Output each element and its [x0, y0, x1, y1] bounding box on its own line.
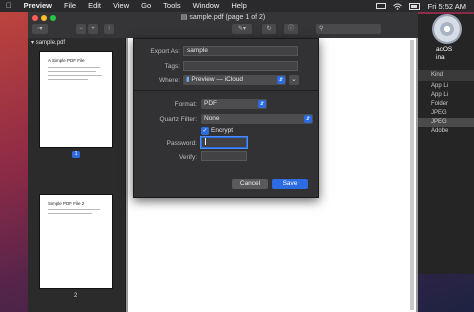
list-item[interactable]: JPEG: [414, 118, 474, 127]
text-cursor: [205, 138, 206, 145]
where-value: Preview — iCloud: [191, 76, 244, 83]
menu-help[interactable]: Help: [225, 0, 252, 12]
disc-label-line2: ina: [436, 54, 445, 61]
sidebar-toggle-button[interactable]: ▫▾: [32, 24, 48, 34]
thumbnail-sidebar: ▾ sample.pdf A Simple PDF File 1 Simple …: [28, 38, 125, 312]
markup-pen-button[interactable]: ✎▾: [232, 24, 252, 34]
thumbnail-title: Simple PDF File 2: [48, 201, 85, 206]
quartz-filter-label: Quartz Filter:: [159, 116, 197, 123]
page-thumbnail-1[interactable]: A Simple PDF File: [40, 52, 112, 147]
password-label: Password:: [166, 140, 197, 147]
page-thumbnail-2[interactable]: Simple PDF File 2: [40, 195, 112, 288]
window-title-text: sample.pdf (page 1 of 2): [189, 14, 266, 21]
list-item[interactable]: JPEG: [414, 109, 474, 118]
disc-icon[interactable]: [432, 14, 462, 44]
apple-icon[interactable]: : [0, 0, 18, 12]
menu-tools[interactable]: Tools: [157, 0, 187, 12]
sidebar-file-name: sample.pdf: [35, 40, 66, 46]
list-item[interactable]: App Li: [414, 91, 474, 100]
verify-label: Verify:: [178, 154, 197, 161]
format-popup[interactable]: PDF ⇵: [201, 99, 267, 109]
encrypt-label: Encrypt: [211, 127, 234, 134]
page-number-label: 2: [74, 293, 78, 299]
verify-field[interactable]: [201, 151, 247, 161]
menu-preview[interactable]: Preview: [18, 0, 58, 12]
rotate-button[interactable]: ↻: [262, 24, 276, 34]
battery-icon[interactable]: [408, 2, 421, 10]
wifi-icon[interactable]: [392, 3, 402, 10]
chevron-updown-icon: ⇵: [258, 100, 266, 108]
export-as-label: Export As:: [150, 48, 180, 55]
where-popup[interactable]: ▮ Preview — iCloud ⇵: [183, 75, 286, 85]
menubar-clock[interactable]: Fri 5:52 AM: [428, 2, 466, 11]
text-line: [48, 67, 100, 68]
expand-location-button[interactable]: ⌄: [289, 75, 299, 85]
pdf-file-icon: ▤: [180, 14, 188, 21]
list-item[interactable]: Folder: [414, 100, 474, 109]
text-line: [48, 209, 100, 210]
encrypt-checkbox[interactable]: ✓: [201, 127, 209, 135]
export-as-field[interactable]: sample: [183, 46, 298, 56]
divider: [134, 90, 318, 91]
zoom-in-button[interactable]: +: [88, 24, 98, 34]
thumbnail-title: A Simple PDF File: [48, 58, 85, 63]
menu-file[interactable]: File: [58, 0, 82, 12]
menu-window[interactable]: Window: [187, 0, 226, 12]
quartz-filter-popup[interactable]: None ⇵: [201, 114, 313, 124]
password-field[interactable]: [201, 137, 247, 148]
format-label: Format:: [174, 101, 197, 108]
disc-label: acOS ina: [428, 46, 474, 62]
save-button[interactable]: Save: [272, 179, 308, 189]
tags-field[interactable]: [183, 61, 298, 71]
folder-icon: ▮: [186, 76, 190, 83]
tags-label: Tags:: [164, 63, 180, 70]
where-label: Where:: [159, 77, 180, 84]
menu-bar:  Preview File Edit View Go Tools Window…: [0, 0, 474, 12]
kind-column-header[interactable]: Kind: [414, 70, 474, 81]
sidebar-header[interactable]: ▾ sample.pdf: [28, 38, 125, 48]
page-number-badge: 1: [72, 151, 80, 158]
display-icon[interactable]: [375, 2, 386, 10]
window-title: ▤ sample.pdf (page 1 of 2): [28, 13, 418, 21]
format-value: PDF: [204, 100, 217, 107]
text-line: [48, 79, 88, 80]
vertical-scrollbar[interactable]: [410, 40, 414, 310]
menu-go[interactable]: Go: [135, 0, 157, 12]
menu-view[interactable]: View: [107, 0, 135, 12]
share-button[interactable]: ↑: [104, 24, 114, 34]
list-item[interactable]: Adobe: [414, 127, 474, 136]
disclosure-triangle-icon[interactable]: ▾: [28, 40, 34, 46]
quartz-filter-value: None: [204, 115, 220, 122]
cancel-button[interactable]: Cancel: [232, 179, 268, 189]
title-bar[interactable]: ▤ sample.pdf (page 1 of 2) ▫▾ − + ↑ ✎▾ ↻…: [28, 12, 418, 39]
list-item[interactable]: App Li: [414, 82, 474, 91]
text-line: [48, 213, 92, 214]
zoom-out-button[interactable]: −: [76, 24, 86, 34]
text-line: [48, 71, 96, 72]
disc-label-line1: acOS: [436, 46, 453, 53]
chevron-updown-icon: ⇵: [277, 76, 285, 84]
chevron-down-icon: ⌄: [291, 76, 297, 83]
text-line: [48, 75, 102, 76]
search-input[interactable]: ⚲: [316, 24, 381, 34]
chevron-updown-icon: ⇵: [304, 115, 312, 123]
export-sheet: Export As: sample Tags: Where: ▮ Preview…: [133, 38, 319, 198]
info-button[interactable]: ⓘ: [284, 24, 298, 34]
menu-edit[interactable]: Edit: [82, 0, 107, 12]
